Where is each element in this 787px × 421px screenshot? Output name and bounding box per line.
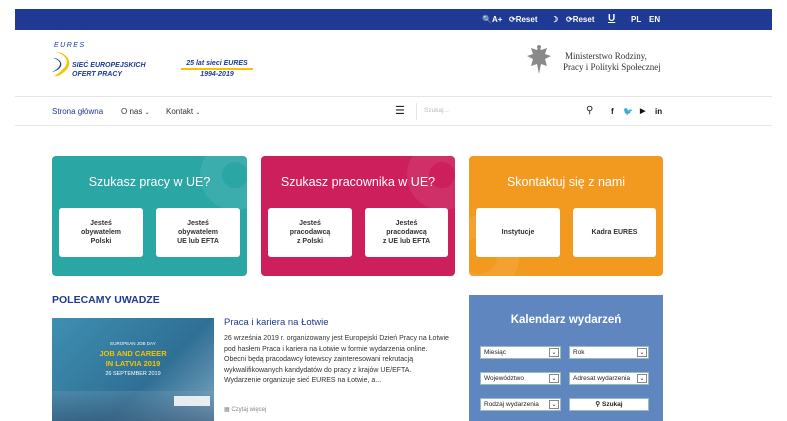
chevron-down-icon: ⌄ bbox=[549, 348, 559, 357]
top-utility-bar: 🔍A+ ⟳Reset ☽ ⟳Reset U PL EN bbox=[15, 9, 772, 30]
employer-poland-button[interactable]: Jesteś pracodawcą z Polski bbox=[268, 208, 352, 257]
search-icon[interactable]: ⚲ bbox=[586, 105, 593, 116]
featured-image-date: 26 SEPTEMBER 2019 bbox=[105, 371, 161, 377]
nav-contact-label: Kontakt bbox=[166, 107, 194, 116]
card-job-seekers: Szukasz pracy w UE? Jesteś obywatelem Po… bbox=[52, 156, 247, 276]
eures-logo-line1: SIEĆ EUROPEJSKICH bbox=[72, 62, 146, 69]
event-type-select[interactable]: Rodzaj wydarzenia ⌄ bbox=[480, 398, 561, 411]
read-more-label: Czytaj więcej bbox=[231, 407, 267, 413]
facebook-icon[interactable]: f bbox=[611, 107, 614, 116]
employer-eu-button[interactable]: Jesteś pracodawcą z UE lub EFTA bbox=[365, 208, 448, 257]
reset-contrast-button[interactable]: ⟳Reset bbox=[566, 15, 595, 24]
anniversary-line2: 1994-2019 bbox=[200, 71, 234, 78]
featured-image-partner-logos bbox=[174, 396, 210, 406]
article-title[interactable]: Praca i kariera na Łotwie bbox=[224, 317, 329, 328]
youtube-icon[interactable]: ▶ bbox=[640, 107, 645, 115]
nav-about[interactable]: O nas ⌄ bbox=[121, 107, 150, 116]
zoom-in-button[interactable]: 🔍A+ bbox=[482, 15, 502, 24]
citizen-eu-label: Jesteś obywatelem UE lub EFTA bbox=[177, 220, 219, 245]
main-navigation: Strona główna O nas ⌄ Kontakt ⌄ ☰ Szukaj… bbox=[15, 96, 772, 126]
anniversary-badge: 25 lat sieci EURES 1994-2019 bbox=[181, 60, 253, 78]
event-type-select-value: Rodzaj wydarzenia bbox=[484, 401, 539, 408]
twitter-icon[interactable]: 🐦 bbox=[623, 107, 633, 116]
linkedin-icon[interactable]: in bbox=[655, 107, 662, 116]
eagle-emblem-icon bbox=[527, 45, 551, 74]
eures-logo-icon bbox=[52, 52, 70, 76]
featured-image-small-text: EUROPEAN JOB DAY bbox=[110, 341, 156, 346]
month-select[interactable]: Miesiąc ⌄ bbox=[480, 346, 561, 359]
nav-home[interactable]: Strona główna bbox=[52, 107, 103, 116]
citizen-eu-button[interactable]: Jesteś obywatelem UE lub EFTA bbox=[156, 208, 240, 257]
hamburger-menu-icon[interactable]: ☰ bbox=[395, 104, 405, 117]
search-icon: ⚲ bbox=[595, 401, 601, 408]
ministry-line1: Ministerstwo Rodziny, bbox=[565, 51, 647, 61]
calendar-search-button[interactable]: ⚲ Szukaj bbox=[569, 398, 649, 411]
chevron-down-icon: ⌄ bbox=[549, 374, 559, 383]
year-select-value: Rok bbox=[573, 349, 585, 356]
card-employers-title: Szukasz pracownika w UE? bbox=[280, 175, 436, 189]
document-icon: ▦ bbox=[224, 407, 230, 413]
ministry-logo[interactable]: Ministerstwo Rodziny, Pracy i Polityki S… bbox=[526, 44, 666, 78]
calendar-search-label: Szukaj bbox=[601, 401, 623, 408]
lang-pl-link[interactable]: PL bbox=[631, 15, 641, 24]
read-more-link[interactable]: ▦ Czytaj więcej bbox=[224, 406, 266, 413]
chevron-down-icon: ⌄ bbox=[195, 110, 201, 116]
card-job-seekers-title: Szukasz pracy w UE? bbox=[88, 175, 211, 189]
reset-button[interactable]: ⟳Reset bbox=[509, 15, 538, 24]
eures-staff-button[interactable]: Kadra EURES bbox=[573, 208, 656, 257]
card-contact: Skontaktuj się z nami Instytucje Kadra E… bbox=[469, 156, 663, 276]
citizen-poland-button[interactable]: Jesteś obywatelem Polski bbox=[59, 208, 143, 257]
eures-staff-label: Kadra EURES bbox=[591, 229, 638, 236]
year-select[interactable]: Rok ⌄ bbox=[569, 346, 649, 359]
voivodeship-select[interactable]: Województwo ⌄ bbox=[480, 372, 561, 385]
featured-section-title: POLECAMY UWADZE bbox=[52, 294, 160, 306]
chevron-down-icon: ⌄ bbox=[144, 110, 150, 116]
institutions-button[interactable]: Instytucje bbox=[476, 208, 560, 257]
nav-contact[interactable]: Kontakt ⌄ bbox=[166, 107, 200, 116]
chevron-down-icon: ⌄ bbox=[549, 400, 559, 409]
month-select-value: Miesiąc bbox=[484, 349, 507, 356]
employer-eu-label: Jesteś pracodawcą z UE lub EFTA bbox=[382, 220, 431, 245]
ministry-line2: Pracy i Polityki Społecznej bbox=[563, 62, 661, 72]
event-calendar-panel: Kalendarz wydarzeń Miesiąc ⌄ Rok ⌄ Wojewód… bbox=[469, 295, 663, 421]
audience-select[interactable]: Adresat wydarzenia ⌄ bbox=[569, 372, 649, 385]
card-contact-title: Skontaktuj się z nami bbox=[506, 175, 626, 189]
calendar-title: Kalendarz wydarzeń bbox=[510, 314, 622, 326]
search-input[interactable]: Szukaj... bbox=[416, 103, 576, 120]
eures-logo-text: EURES bbox=[54, 42, 86, 49]
underline-icon[interactable]: U bbox=[608, 13, 615, 24]
moon-icon[interactable]: ☽ bbox=[551, 15, 558, 24]
site-header: EURES SIEĆ EUROPEJSKICH OFERT PRACY 25 l… bbox=[15, 30, 772, 96]
institutions-label: Instytucje bbox=[501, 229, 535, 236]
anniversary-line1: 25 lat sieci EURES bbox=[181, 60, 253, 70]
featured-image[interactable]: EUROPEAN JOB DAY JOB AND CAREER IN LATVI… bbox=[52, 318, 214, 421]
article-excerpt: 26 września 2019 r. organizowany jest Eu… bbox=[224, 335, 449, 385]
citizen-poland-label: Jesteś obywatelem Polski bbox=[80, 220, 122, 245]
employer-poland-label: Jesteś pracodawcą z Polski bbox=[289, 220, 331, 245]
nav-about-label: O nas bbox=[121, 107, 143, 116]
chevron-down-icon: ⌄ bbox=[637, 348, 647, 357]
card-employers: Szukasz pracownika w UE? Jesteś pracodaw… bbox=[261, 156, 455, 276]
voivodeship-select-value: Województwo bbox=[484, 375, 524, 382]
chevron-down-icon: ⌄ bbox=[637, 374, 647, 383]
featured-image-line1: JOB AND CAREER bbox=[99, 349, 167, 358]
search-placeholder: Szukaj... bbox=[424, 107, 449, 114]
audience-select-value: Adresat wydarzenia bbox=[573, 375, 631, 382]
lang-en-link[interactable]: EN bbox=[649, 15, 660, 24]
featured-image-line2: IN LATVIA 2019 bbox=[105, 359, 161, 368]
eures-logo-line2: OFERT PRACY bbox=[72, 71, 123, 78]
